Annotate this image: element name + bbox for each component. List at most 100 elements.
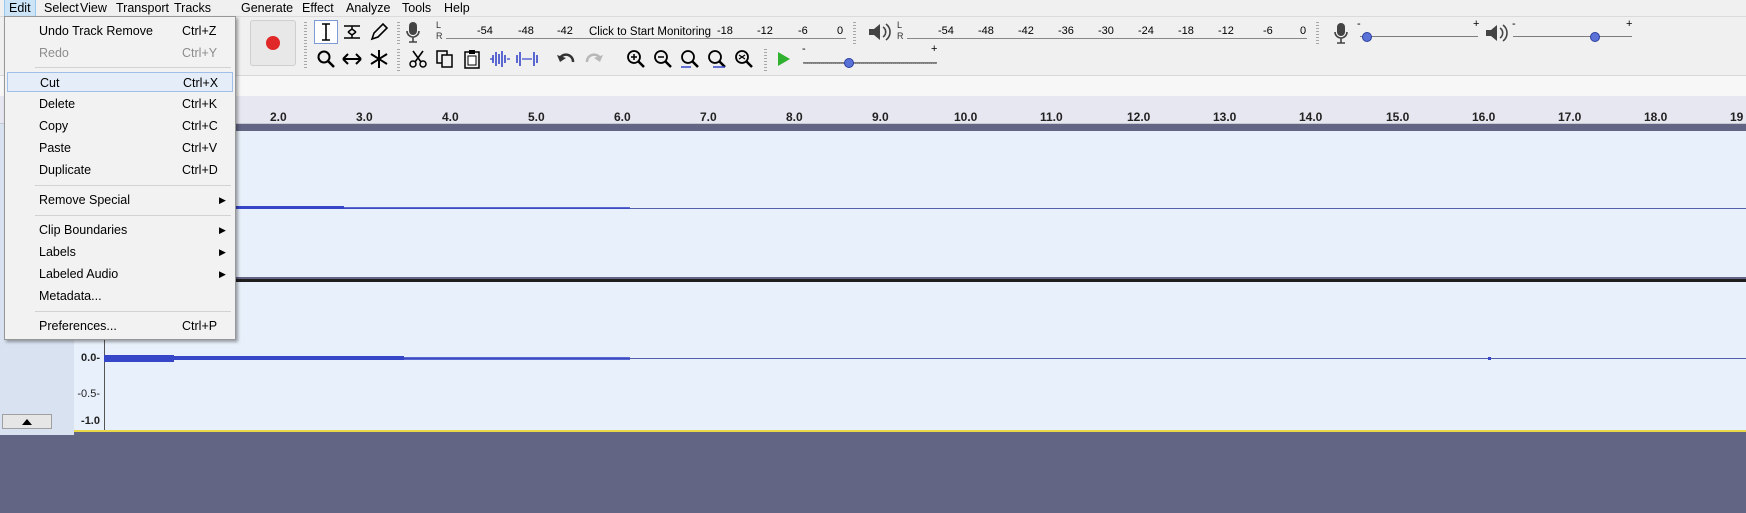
zoom-tool-button[interactable] <box>314 47 338 71</box>
zoom-selection-icon <box>681 50 699 68</box>
timeline-label: 15.0 <box>1386 110 1410 124</box>
undo-button[interactable] <box>554 47 578 71</box>
copy-button[interactable] <box>433 47 457 71</box>
scissors-icon <box>409 50 427 68</box>
timeline-label: 12.0 <box>1127 110 1151 124</box>
menu-item-preferences[interactable]: Preferences... Ctrl+P <box>5 316 235 336</box>
menu-item-redo[interactable]: Redo Ctrl+Y <box>5 43 235 63</box>
menu-edit[interactable]: Edit <box>4 0 36 17</box>
speaker-icon[interactable] <box>867 21 891 46</box>
menu-item-shortcut: Ctrl+P <box>182 319 218 333</box>
record-button[interactable] <box>250 20 296 66</box>
output-volume-icon <box>1484 22 1508 47</box>
zoom-in-button[interactable] <box>624 47 648 71</box>
play-speed-slider[interactable] <box>803 62 937 64</box>
scale-label: -1.0 <box>81 415 100 427</box>
timeshift-tool-button[interactable] <box>340 47 364 71</box>
timeline-label: 7.0 <box>700 110 717 124</box>
timeline-label: 9.0 <box>872 110 889 124</box>
menu-separator <box>35 215 231 216</box>
menu-transport[interactable]: Transport <box>112 0 173 16</box>
menu-effect[interactable]: Effect <box>298 0 338 16</box>
menu-item-label: Metadata... <box>39 289 102 303</box>
zoom-in-icon <box>627 50 645 68</box>
menu-item-shortcut: Ctrl+D <box>182 163 218 177</box>
menu-generate[interactable]: Generate <box>237 0 297 16</box>
cut-button[interactable] <box>406 47 430 71</box>
menu-tracks[interactable]: Tracks <box>170 0 215 16</box>
record-meter-tick: -18 <box>717 25 733 37</box>
multi-tool-button[interactable] <box>367 47 391 71</box>
output-volume-slider[interactable] <box>1513 36 1632 37</box>
timeline-label: 16.0 <box>1472 110 1496 124</box>
menu-item-label: Paste <box>39 141 71 155</box>
submenu-arrow-icon: ▶ <box>219 247 226 257</box>
input-slider-max: + <box>1473 18 1480 30</box>
microphone-icon[interactable] <box>405 21 421 46</box>
menu-item-label: Redo <box>39 46 69 60</box>
menu-item-copy[interactable]: Copy Ctrl+C <box>5 116 235 136</box>
toolbar-grip[interactable] <box>304 20 307 70</box>
menu-item-clip-boundaries[interactable]: Clip Boundaries ▶ <box>5 220 235 240</box>
play-meter-tick: -54 <box>938 25 954 37</box>
ibeam-icon <box>322 23 330 41</box>
trim-button[interactable] <box>488 47 512 71</box>
collapse-track-button[interactable] <box>2 414 52 429</box>
submenu-arrow-icon: ▶ <box>219 269 226 279</box>
toolbar-grip[interactable] <box>397 47 400 71</box>
toolbar-grip[interactable] <box>764 47 767 71</box>
input-volume-thumb[interactable] <box>1362 32 1372 42</box>
menu-item-labels[interactable]: Labels ▶ <box>5 242 235 262</box>
envelope-tool-button[interactable] <box>340 20 364 44</box>
play-at-speed-button[interactable] <box>772 47 796 71</box>
zoom-toggle-icon <box>735 50 753 68</box>
menu-item-undo[interactable]: Undo Track Remove Ctrl+Z <box>5 21 235 41</box>
copy-icon <box>436 50 453 68</box>
fit-project-button[interactable] <box>705 47 729 71</box>
selection-tool-button[interactable] <box>314 20 338 44</box>
double-arrow-icon <box>342 53 362 65</box>
menu-item-labeled-audio[interactable]: Labeled Audio ▶ <box>5 264 235 284</box>
scale-label: -0.5- <box>77 388 100 400</box>
input-volume-slider[interactable] <box>1360 36 1478 37</box>
toolbar-grip[interactable] <box>1316 20 1319 44</box>
input-slider-min: - <box>1357 18 1361 30</box>
menu-item-remove-special[interactable]: Remove Special ▶ <box>5 190 235 210</box>
silence-button[interactable] <box>515 47 539 71</box>
menu-item-cut[interactable]: Cut Ctrl+X <box>7 72 233 92</box>
draw-tool-button[interactable] <box>367 20 391 44</box>
menu-view[interactable]: View <box>76 0 111 16</box>
menu-item-label: Labeled Audio <box>39 267 119 281</box>
output-volume-thumb[interactable] <box>1590 32 1600 42</box>
record-meter-tick: 0 <box>837 25 844 37</box>
pencil-icon <box>370 22 389 41</box>
timeline-label: 19 <box>1730 110 1744 124</box>
menu-item-metadata[interactable]: Metadata... <box>5 286 235 306</box>
audio-track-1[interactable] <box>74 131 1746 277</box>
menu-bar: Edit Select View Transport Tracks Genera… <box>0 0 1746 17</box>
menu-item-delete[interactable]: Delete Ctrl+K <box>5 94 235 114</box>
fit-selection-button[interactable] <box>678 47 702 71</box>
menu-item-duplicate[interactable]: Duplicate Ctrl+D <box>5 160 235 180</box>
toolbar-grip[interactable] <box>397 20 400 44</box>
record-meter-monitor-text[interactable]: Click to Start Monitoring <box>589 26 711 38</box>
record-meter-tick: -48 <box>518 25 534 37</box>
menu-item-paste[interactable]: Paste Ctrl+V <box>5 138 235 158</box>
play-meter-tick: -24 <box>1138 25 1154 37</box>
zoom-out-button[interactable] <box>651 47 675 71</box>
menu-item-label: Undo Track Remove <box>39 24 153 38</box>
timeline-label: 3.0 <box>356 110 373 124</box>
paste-button[interactable] <box>460 47 484 71</box>
zoom-toggle-button[interactable] <box>732 47 756 71</box>
play-speed-thumb[interactable] <box>844 58 854 68</box>
menu-help[interactable]: Help <box>440 0 474 16</box>
menu-analyze[interactable]: Analyze <box>342 0 394 16</box>
redo-button[interactable] <box>582 47 606 71</box>
silence-audio-icon <box>516 52 538 66</box>
play-meter-tick: -48 <box>978 25 994 37</box>
toolbar-grip[interactable] <box>853 20 856 44</box>
track2-waveform-start <box>104 355 174 362</box>
menu-item-shortcut: Ctrl+C <box>182 119 218 133</box>
menu-tools[interactable]: Tools <box>398 0 435 16</box>
play-meter-tick: -6 <box>1263 25 1273 37</box>
